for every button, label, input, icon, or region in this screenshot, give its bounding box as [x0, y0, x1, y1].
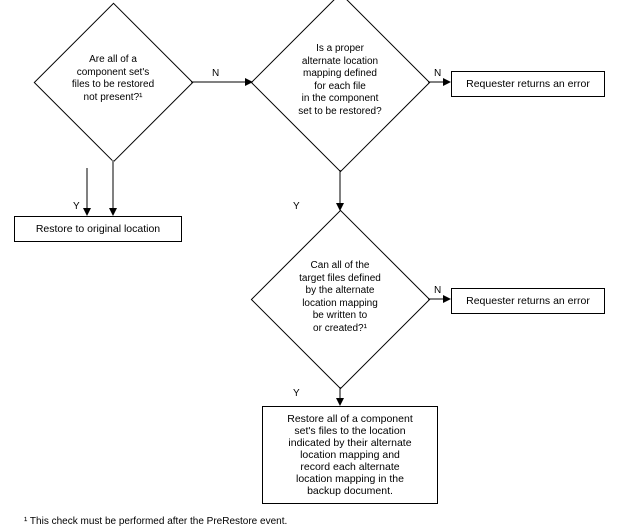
- decision-can-write-text: Can all of the target files defined by t…: [255, 260, 425, 335]
- label-d2-no: N: [434, 68, 441, 79]
- action-restore-alternate: Restore all of a component set's files t…: [262, 406, 438, 504]
- label-d3-no: N: [434, 285, 441, 296]
- action-error-mid: Requester returns an error: [451, 288, 605, 314]
- label-d3-yes: Y: [293, 388, 300, 399]
- footnote: ¹ This check must be performed after the…: [24, 516, 287, 527]
- label-d1-yes: Y: [73, 201, 80, 212]
- flowchart-canvas: Are all of a component set's files to be…: [0, 0, 625, 532]
- decision-mapping-defined-text: Is a proper alternate location mapping d…: [255, 43, 425, 118]
- decision-files-not-present-text: Are all of a component set's files to be…: [28, 54, 198, 104]
- label-d1-no: N: [212, 68, 219, 79]
- action-restore-original: Restore to original location: [14, 216, 182, 242]
- label-d2-yes: Y: [293, 201, 300, 212]
- action-error-top: Requester returns an error: [451, 71, 605, 97]
